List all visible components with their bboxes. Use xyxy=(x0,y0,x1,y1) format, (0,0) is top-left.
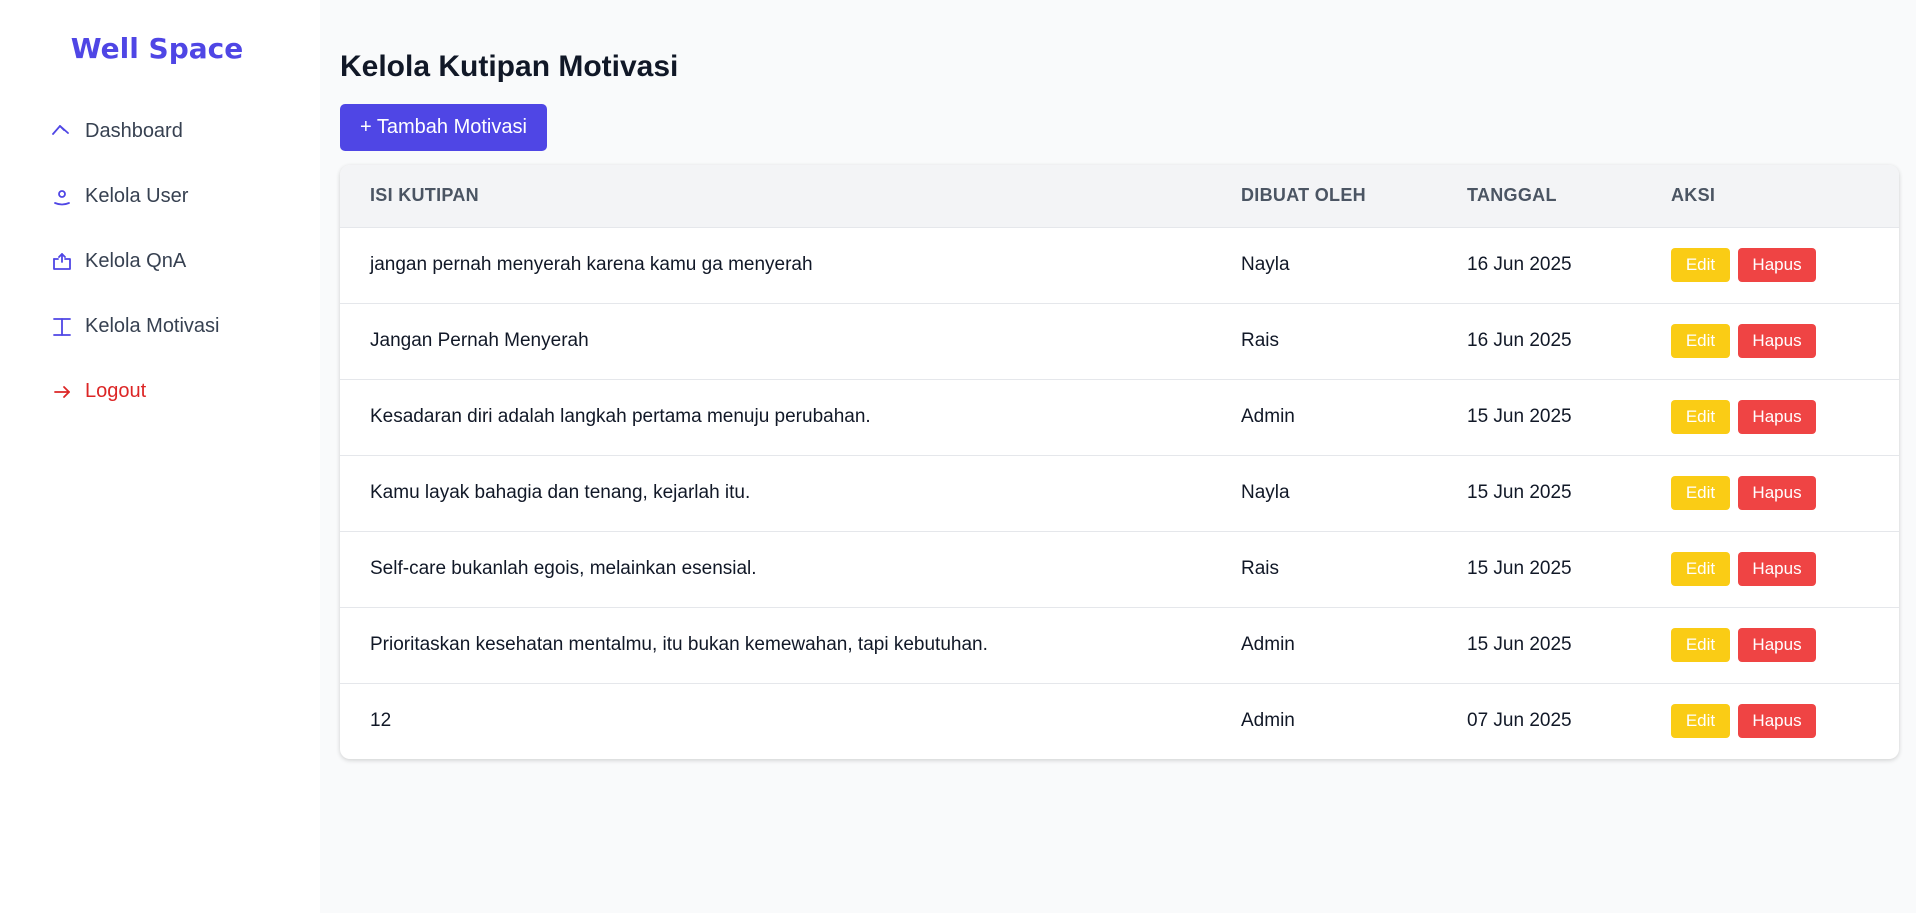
sidebar-item-kelola-qna[interactable]: Kelola QnA xyxy=(0,229,320,294)
dashboard-icon xyxy=(50,120,74,144)
edit-button[interactable]: Edit xyxy=(1671,552,1730,586)
edit-button[interactable]: Edit xyxy=(1671,476,1730,510)
actions-cell: Edit Hapus xyxy=(1641,303,1899,379)
edit-button[interactable]: Edit xyxy=(1671,628,1730,662)
date-cell: 07 Jun 2025 xyxy=(1467,710,1572,732)
date-cell: 15 Jun 2025 xyxy=(1467,634,1572,655)
actions-cell: Edit Hapus xyxy=(1641,227,1899,303)
quote-cell: Jangan Pernah Menyerah xyxy=(370,330,589,351)
author-cell: Nayla xyxy=(1241,482,1290,503)
quotes-table: ISI KUTIPAN DIBUAT OLEH TANGGAL AKSI jan… xyxy=(340,165,1899,759)
table-row: Kesadaran diri adalah langkah pertama me… xyxy=(340,379,1899,455)
delete-button[interactable]: Hapus xyxy=(1738,628,1816,662)
user-icon xyxy=(50,185,74,209)
quote-cell: Self-care bukanlah egois, melainkan esen… xyxy=(370,558,757,579)
delete-button[interactable]: Hapus xyxy=(1738,704,1816,739)
quote-cell: jangan pernah menyerah karena kamu ga me… xyxy=(370,254,813,275)
sidebar-item-logout[interactable]: Logout xyxy=(0,359,320,424)
quote-cell: 12 xyxy=(370,710,392,732)
motivation-icon xyxy=(50,315,74,339)
author-cell: Admin xyxy=(1241,634,1295,655)
table-row: Self-care bukanlah egois, melainkan esen… xyxy=(340,531,1899,607)
table-row: Jangan Pernah Menyerah Rais 16 Jun 2025 … xyxy=(340,303,1899,379)
date-cell: 15 Jun 2025 xyxy=(1467,558,1572,579)
sidebar-item-kelola-motivasi[interactable]: Kelola Motivasi xyxy=(0,294,320,359)
qna-icon xyxy=(50,250,74,274)
column-header-date: TANGGAL xyxy=(1467,185,1557,206)
edit-button[interactable]: Edit xyxy=(1671,324,1730,358)
logout-arrow-icon xyxy=(50,380,74,404)
actions-cell: Edit Hapus xyxy=(1641,607,1899,683)
date-cell: 16 Jun 2025 xyxy=(1467,330,1572,351)
column-header-author: DIBUAT OLEH xyxy=(1241,185,1366,206)
delete-button[interactable]: Hapus xyxy=(1738,552,1816,586)
author-cell: Admin xyxy=(1241,406,1295,427)
edit-button[interactable]: Edit xyxy=(1671,248,1730,282)
brand-logo[interactable]: Well Space xyxy=(0,32,320,65)
quote-cell: Prioritaskan kesehatan mentalmu, itu buk… xyxy=(370,634,988,655)
quote-cell: Kesadaran diri adalah langkah pertama me… xyxy=(370,406,871,427)
sidebar-item-label: Kelola User xyxy=(85,185,189,207)
date-cell: 15 Jun 2025 xyxy=(1467,482,1572,503)
table-row: Prioritaskan kesehatan mentalmu, itu buk… xyxy=(340,607,1899,683)
actions-cell: Edit Hapus xyxy=(1641,379,1899,455)
column-header-quote: ISI KUTIPAN xyxy=(370,185,479,206)
date-cell: 16 Jun 2025 xyxy=(1467,254,1572,275)
delete-button[interactable]: Hapus xyxy=(1738,476,1816,510)
author-cell: Nayla xyxy=(1241,254,1290,275)
table-row: jangan pernah menyerah karena kamu ga me… xyxy=(340,227,1899,303)
sidebar-item-kelola-user[interactable]: Kelola User xyxy=(0,164,320,229)
sidebar-item-label: Kelola Motivasi xyxy=(85,315,220,337)
actions-cell: Edit Hapus xyxy=(1641,455,1899,531)
delete-button[interactable]: Hapus xyxy=(1738,248,1816,282)
quotes-table-card: ISI KUTIPAN DIBUAT OLEH TANGGAL AKSI jan… xyxy=(340,165,1899,759)
page-title: Kelola Kutipan Motivasi xyxy=(340,50,679,83)
table-header-row: ISI KUTIPAN DIBUAT OLEH TANGGAL AKSI xyxy=(340,165,1899,227)
quote-cell: Kamu layak bahagia dan tenang, kejarlah … xyxy=(370,482,751,503)
sidebar-item-label: Kelola QnA xyxy=(85,250,187,272)
date-cell: 15 Jun 2025 xyxy=(1467,406,1572,427)
delete-button[interactable]: Hapus xyxy=(1738,324,1816,358)
actions-cell: Edit Hapus xyxy=(1641,683,1899,759)
column-header-actions: AKSI xyxy=(1671,185,1716,206)
main-content: Kelola Kutipan Motivasi + Tambah Motivas… xyxy=(320,0,1916,913)
table-row: 12 Admin 07 Jun 2025 Edit Hapus xyxy=(340,683,1899,759)
edit-button[interactable]: Edit xyxy=(1671,704,1730,739)
sidebar-item-label: Logout xyxy=(85,380,147,402)
add-motivation-button[interactable]: + Tambah Motivasi xyxy=(340,104,547,151)
author-cell: Rais xyxy=(1241,558,1280,579)
delete-button[interactable]: Hapus xyxy=(1738,400,1816,434)
sidebar: Well Space Dashboard Kelola User Kelola … xyxy=(0,0,320,913)
edit-button[interactable]: Edit xyxy=(1671,400,1730,434)
author-cell: Admin xyxy=(1241,710,1295,732)
actions-cell: Edit Hapus xyxy=(1641,531,1899,607)
table-row: Kamu layak bahagia dan tenang, kejarlah … xyxy=(340,455,1899,531)
sidebar-item-dashboard[interactable]: Dashboard xyxy=(0,99,320,164)
author-cell: Rais xyxy=(1241,330,1280,351)
sidebar-item-label: Dashboard xyxy=(85,120,183,142)
